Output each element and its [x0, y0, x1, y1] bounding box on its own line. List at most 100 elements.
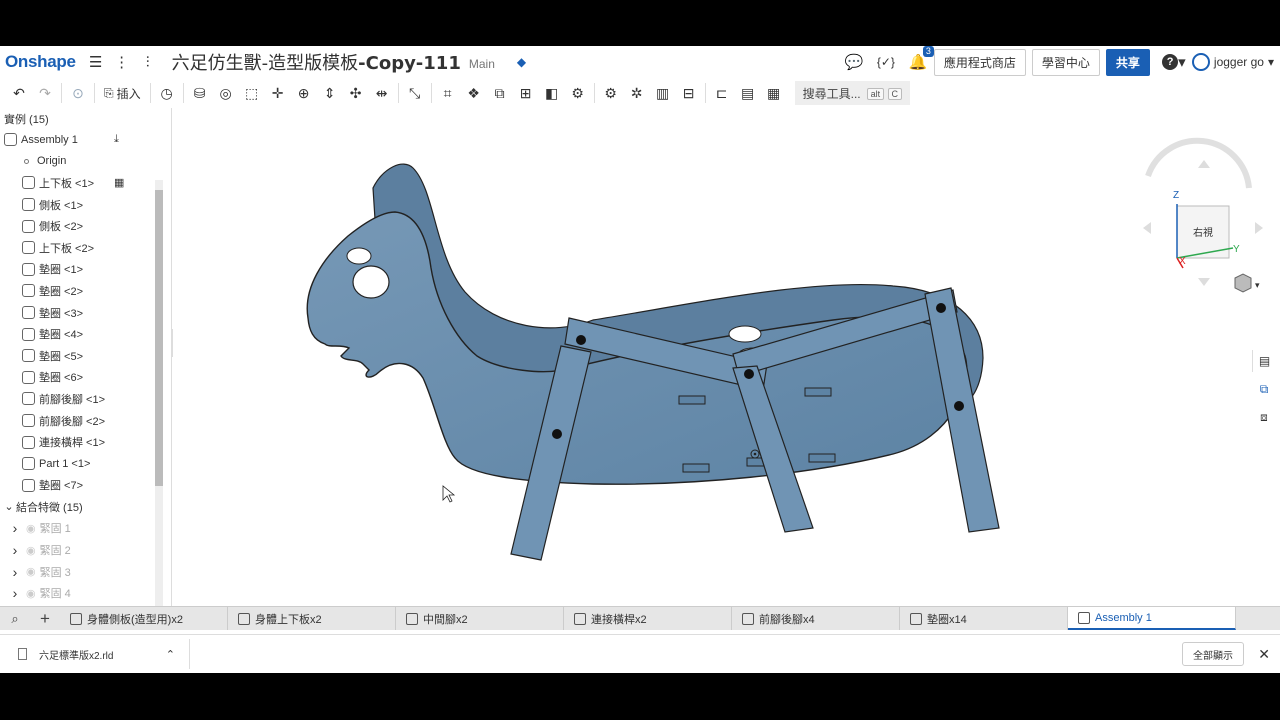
mate-row[interactable]: › ◉ 緊固 2 [0, 539, 171, 561]
instance-row[interactable]: 墊圈 <7> [0, 475, 171, 497]
part-instance-icon [22, 435, 35, 449]
group-icon[interactable]: ❖ [461, 81, 487, 105]
instance-row[interactable]: 墊圈 <3> [0, 302, 171, 324]
mates-header[interactable]: ⌄ 結合特徵 (15) [0, 496, 171, 518]
instance-row[interactable]: 側板 <1> [0, 194, 171, 216]
linear-relation-icon[interactable]: ⊟ [676, 81, 702, 105]
fastened-mate-icon[interactable]: ✛ [265, 81, 291, 105]
insert-button[interactable]: ⎘ 插入 [98, 85, 147, 102]
panel-scrollbar[interactable] [155, 180, 163, 606]
tab-partstudio[interactable]: 墊圈x14 [900, 607, 1068, 630]
tab-partstudio[interactable]: 連接橫桿x2 [564, 607, 732, 630]
mate-row[interactable]: › ◉ 緊固 1 [0, 518, 171, 540]
graphics-viewport[interactable]: 右視 Z Y X ▾ ▤ ⧉ ⧈ [173, 108, 1280, 606]
download-item[interactable]: 六足標準版x2.rld ⌃ [0, 639, 190, 669]
mate-row[interactable]: › ◉ 緊固 4 [0, 582, 171, 604]
tab-partstudio[interactable]: 中間腳x2 [396, 607, 564, 630]
assembly-tab-icon [1078, 611, 1090, 624]
section-view-icon[interactable]: ▦ [761, 81, 787, 105]
mate-list: › ◉ 緊固 1 › ◉ 緊固 2 › ◉ 緊固 3 › ◉ 緊固 4 [0, 518, 171, 604]
close-icon[interactable]: ✕ [1258, 646, 1270, 663]
chevron-right-icon[interactable]: › [8, 542, 22, 558]
cylinder-icon[interactable]: ⛁ [187, 81, 213, 105]
instances-header[interactable]: 實例 (15) [0, 108, 171, 129]
chevron-up-icon[interactable]: ⌃ [166, 648, 175, 661]
instance-row[interactable]: 前腳後腳 <2> [0, 410, 171, 432]
view-cube-face-label[interactable]: 右視 [1193, 226, 1213, 239]
view-cube[interactable]: 右視 Z Y X [1143, 137, 1263, 286]
chevron-right-icon[interactable]: › [8, 520, 22, 536]
glasses-icon[interactable]: ◎ [213, 81, 239, 105]
planar-mate-icon[interactable]: ✣ [343, 81, 369, 105]
measure-icon[interactable]: ⊏ [709, 81, 735, 105]
pattern-icon[interactable]: ⊞ [513, 81, 539, 105]
notification-bell-icon[interactable]: 🔔 3 [908, 46, 934, 72]
undo-icon[interactable]: ↶ [6, 81, 32, 105]
box-icon[interactable]: ⬚ [239, 81, 265, 105]
history-icon[interactable]: ◷ [154, 81, 180, 105]
configuration-panel-icon[interactable]: ⧈ [1252, 406, 1276, 428]
learning-center-button[interactable]: 學習中心 [1031, 48, 1100, 76]
branch-label[interactable]: Main [469, 57, 495, 71]
graduation-cap-icon[interactable]: ◆ [517, 55, 526, 69]
share-button[interactable]: 共享 [1105, 48, 1150, 76]
revolute-mate-icon[interactable]: ⊕ [291, 81, 317, 105]
instance-row[interactable]: 上下板 <1> ▦ [0, 172, 171, 194]
chevron-right-icon[interactable]: › [8, 585, 22, 601]
part-studio-tab-icon [742, 612, 754, 625]
replicate-icon[interactable]: ⧉ [487, 81, 513, 105]
assembly-root-row[interactable]: Assembly 1 ⤓ [0, 129, 171, 151]
tab-partstudio[interactable]: 身體上下板x2 [228, 607, 396, 630]
show-all-button[interactable]: 全部顯示 [1182, 642, 1244, 666]
parallel-mate-icon[interactable]: ⇹ [369, 81, 395, 105]
tab-assembly[interactable]: Assembly 1 [1068, 607, 1236, 630]
document-title[interactable]: 六足仿生獸-造型版模板-Copy-111 [172, 49, 461, 75]
menu-icon[interactable]: ☰ [86, 52, 106, 72]
instance-row[interactable]: 墊圈 <4> [0, 323, 171, 345]
view-options-icon[interactable]: ▾ [1234, 273, 1260, 293]
rack-pinion-icon[interactable]: ▥ [650, 81, 676, 105]
instance-row[interactable]: Part 1 <1> [0, 453, 171, 475]
svg-text:▾: ▾ [1255, 280, 1260, 290]
instance-row[interactable]: 墊圈 <5> [0, 345, 171, 367]
app-store-button[interactable]: 應用程式商店 [933, 48, 1026, 76]
help-icon[interactable]: ? ▾ [1162, 52, 1186, 72]
onshape-logo[interactable]: Onshape [5, 52, 76, 72]
instance-row[interactable]: 墊圈 <2> [0, 280, 171, 302]
fixed-icon[interactable]: ▦ [114, 176, 124, 189]
tangent-mate-icon[interactable]: ⤡ [402, 81, 428, 105]
instance-row[interactable]: 墊圈 <6> [0, 367, 171, 389]
instance-row[interactable]: 前腳後腳 <1> [0, 388, 171, 410]
tab-partstudio[interactable]: 前腳後腳x4 [732, 607, 900, 630]
update-icon[interactable]: ⊙ [65, 81, 91, 105]
redo-icon[interactable]: ↷ [32, 81, 58, 105]
configuration-icon[interactable]: ⫶ [138, 52, 158, 72]
gear-icon[interactable]: ✲ [624, 81, 650, 105]
mate-connector-icon[interactable]: ⌗ [435, 81, 461, 105]
add-tab-icon[interactable]: + [30, 607, 60, 630]
slider-mate-icon[interactable]: ⇕ [317, 81, 343, 105]
tab-search-icon[interactable]: ⌕ [0, 607, 30, 630]
slot-3 [682, 463, 710, 473]
user-menu[interactable]: jogger go ▾ [1191, 53, 1274, 71]
mate-row[interactable]: › ◉ 緊固 3 [0, 561, 171, 583]
origin-row[interactable]: Origin [0, 151, 171, 173]
bom-panel-icon[interactable]: ⧉ [1252, 378, 1276, 400]
chevron-right-icon[interactable]: › [8, 564, 22, 580]
appearance-panel-icon[interactable]: ▤ [1252, 350, 1276, 372]
feature-list-icon[interactable]: ⋮ [112, 52, 132, 72]
gear-relation-icon[interactable]: ⚙ [565, 81, 591, 105]
tab-partstudio[interactable]: 身體側板(造型用)x2 [60, 607, 228, 630]
instance-row[interactable]: 墊圈 <1> [0, 259, 171, 281]
scrollbar-thumb[interactable] [155, 190, 163, 486]
ground-icon[interactable]: ⤓ [114, 133, 119, 146]
gears-icon[interactable]: ⚙ [598, 81, 624, 105]
instance-row[interactable]: 上下板 <2> [0, 237, 171, 259]
instance-row[interactable]: 連接橫桿 <1> [0, 431, 171, 453]
explode-icon[interactable]: ◧ [539, 81, 565, 105]
mass-properties-icon[interactable]: ▤ [735, 81, 761, 105]
instance-row[interactable]: 側板 <2> [0, 215, 171, 237]
search-tools-button[interactable]: 搜尋工具... alt C [794, 81, 910, 105]
comment-icon[interactable]: 💬 [844, 52, 864, 72]
variables-icon[interactable]: {✓} [876, 52, 896, 72]
